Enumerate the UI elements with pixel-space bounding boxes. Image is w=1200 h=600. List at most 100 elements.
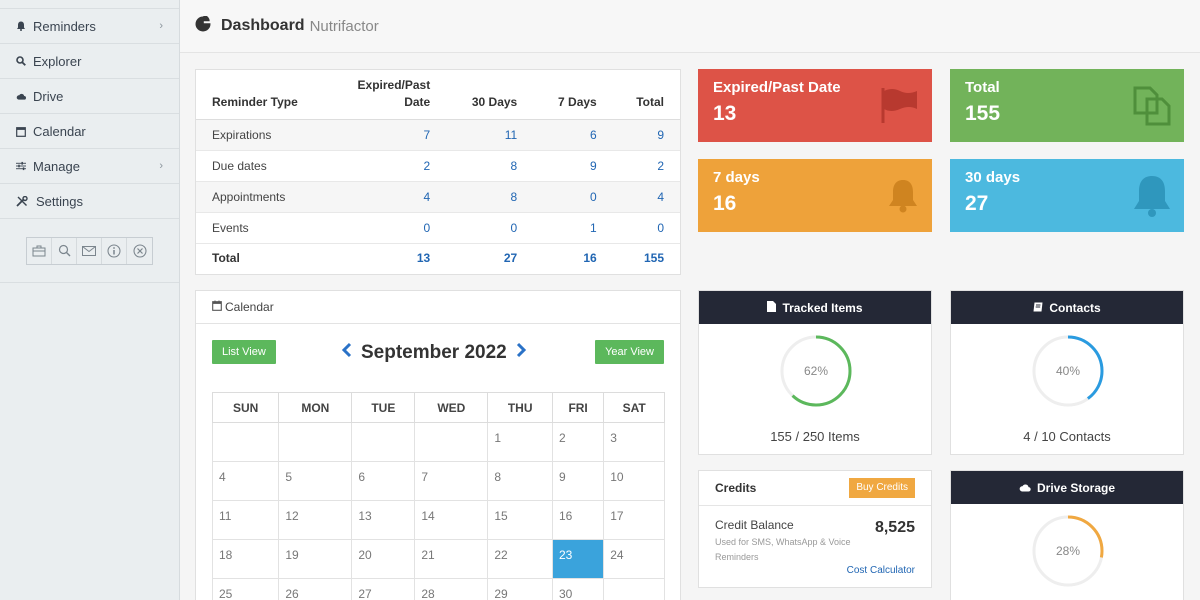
calendar-day-cell[interactable]: 12 (278, 500, 353, 540)
info-icon[interactable] (102, 237, 127, 264)
calendar-day-cell[interactable]: 19 (278, 539, 353, 579)
calendar-day-cell[interactable]: 15 (487, 500, 553, 540)
calendar-day-cell[interactable]: 1 (487, 422, 553, 462)
thirty-days-card[interactable]: 30 days 27 (950, 159, 1184, 232)
chevron-left-icon[interactable] (341, 341, 352, 364)
table-row: Expirations 7 11 6 9 (196, 119, 680, 151)
calendar-day-cell[interactable]: 4 (211, 461, 280, 501)
close-circle-icon[interactable] (127, 238, 152, 264)
count-link[interactable]: 13 (328, 243, 446, 273)
calendar-day-cell[interactable]: 10 (603, 461, 665, 501)
calendar-day-cell[interactable]: 9 (551, 461, 605, 501)
chevron-right-icon[interactable] (516, 341, 527, 364)
count-link[interactable]: 4 (328, 181, 447, 213)
total-card[interactable]: Total 155 (950, 69, 1184, 142)
calendar-day-cell[interactable]: 22 (487, 539, 553, 579)
calendar-day-cell[interactable]: 28 (414, 578, 489, 600)
count-link[interactable]: 9 (612, 119, 680, 151)
day-header: SUN (211, 392, 280, 423)
page-header: Dashboard Nutrifactor (180, 0, 1200, 53)
calendar-day-cell[interactable]: 8 (487, 461, 553, 501)
calendar-day-cell[interactable] (278, 422, 353, 462)
table-row: Appointments 4 8 0 4 (196, 181, 680, 213)
calendar-day-cell[interactable]: 6 (351, 461, 416, 501)
count-link[interactable]: 4 (612, 181, 680, 213)
count-link[interactable]: 0 (446, 212, 534, 244)
calendar-day-cell[interactable]: 23 (551, 539, 605, 579)
calendar-day-cell[interactable]: 24 (603, 539, 665, 579)
mail-icon[interactable] (77, 237, 102, 264)
calendar-day-cell[interactable]: 14 (414, 500, 489, 540)
calendar-day-cell[interactable]: 27 (351, 578, 416, 600)
sidebar-item-reminders[interactable]: Reminders › (0, 9, 179, 44)
calendar-day-cell[interactable]: 11 (211, 500, 280, 540)
buy-credits-button[interactable]: Buy Credits (849, 478, 915, 498)
card-label: 7 days (713, 169, 760, 186)
expired-card[interactable]: Expired/Past Date 13 (698, 69, 932, 142)
credits-widget: Credits Buy Credits Credit Balance Used … (698, 470, 932, 588)
count-link[interactable]: 1 (533, 212, 613, 244)
calendar-day-cell[interactable]: 20 (351, 539, 416, 579)
calendar-day-cell[interactable] (414, 422, 489, 462)
count-link[interactable]: 155 (613, 243, 680, 273)
sidebar: Reminders › Explorer Drive Calendar Mana… (0, 0, 180, 600)
calendar-day-cell[interactable] (211, 422, 280, 462)
seven-days-card[interactable]: 7 days 16 (698, 159, 932, 232)
calendar-icon (212, 300, 222, 314)
calendar-day-cell[interactable]: 18 (211, 539, 280, 579)
count-link[interactable]: 11 (446, 119, 534, 151)
calendar-day-cell[interactable]: 16 (551, 500, 605, 540)
row-label: Due dates (196, 150, 329, 182)
search-icon[interactable] (52, 237, 77, 264)
cloud-icon (1019, 481, 1031, 495)
sidebar-item-settings[interactable]: Settings (0, 184, 179, 219)
calendar-day-cell[interactable] (603, 578, 665, 600)
count-link[interactable]: 9 (533, 150, 613, 182)
list-view-button[interactable]: List View (212, 340, 276, 364)
sidebar-item-label: Settings (36, 193, 83, 209)
count-link[interactable]: 0 (612, 212, 680, 244)
drive-storage-widget: Drive Storage 28% (950, 470, 1184, 600)
row-label: Appointments (196, 181, 329, 213)
year-view-button[interactable]: Year View (595, 340, 664, 364)
calendar-day-cell[interactable]: 30 (551, 578, 605, 600)
column-header: Reminder Type (196, 70, 329, 120)
sidebar-item-calendar[interactable]: Calendar (0, 114, 179, 149)
calendar-day-cell[interactable]: 2 (551, 422, 605, 462)
table-row: Due dates 2 8 9 2 (196, 150, 680, 182)
calendar-day-cell[interactable]: 26 (278, 578, 353, 600)
column-header: 7 Days (533, 70, 613, 120)
count-link[interactable]: 0 (533, 181, 613, 213)
table-total-row: Total 13 27 16 155 (196, 243, 680, 273)
count-link[interactable]: 27 (446, 243, 533, 273)
calendar-day-cell[interactable]: 29 (487, 578, 553, 600)
calendar-day-cell[interactable]: 7 (414, 461, 489, 501)
credit-balance-label: Credit Balance (715, 518, 794, 532)
calendar-day-cell[interactable]: 3 (603, 422, 665, 462)
tools-icon (16, 195, 28, 207)
sidebar-item-explorer[interactable]: Explorer (0, 44, 179, 79)
count-link[interactable]: 2 (612, 150, 680, 182)
briefcase-icon[interactable] (27, 237, 52, 264)
calendar-day-cell[interactable] (351, 422, 416, 462)
calendar-day-cell[interactable]: 13 (351, 500, 416, 540)
count-link[interactable]: 8 (446, 150, 534, 182)
count-link[interactable]: 0 (328, 212, 447, 244)
sidebar-item-label: Calendar (33, 123, 86, 139)
count-link[interactable]: 16 (533, 243, 613, 273)
count-link[interactable]: 7 (328, 119, 447, 151)
divider (699, 505, 931, 506)
sidebar-item-drive[interactable]: Drive (0, 79, 179, 114)
count-link[interactable]: 6 (533, 119, 613, 151)
calendar-day-cell[interactable]: 17 (603, 500, 665, 540)
count-link[interactable]: 2 (328, 150, 447, 182)
calendar-day-cell[interactable]: 25 (211, 578, 280, 600)
row-label: Events (196, 212, 329, 244)
calendar-day-cell[interactable]: 21 (414, 539, 489, 579)
progress-label: 62% (803, 364, 829, 378)
count-link[interactable]: 8 (446, 181, 534, 213)
sidebar-item-manage[interactable]: Manage › (0, 149, 179, 184)
cost-calculator-link[interactable]: Cost Calculator (847, 565, 915, 576)
widget-header: Tracked Items (699, 291, 931, 324)
calendar-day-cell[interactable]: 5 (278, 461, 353, 501)
